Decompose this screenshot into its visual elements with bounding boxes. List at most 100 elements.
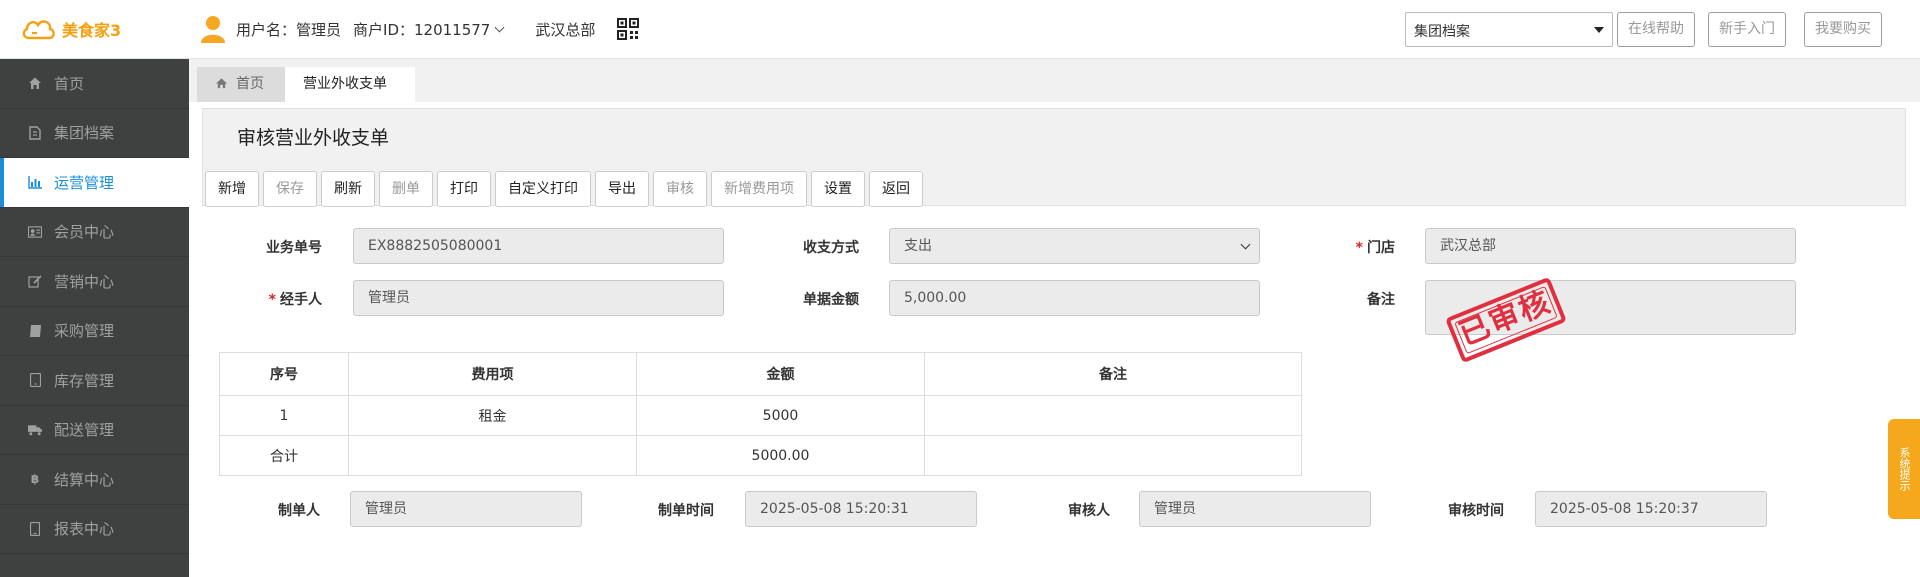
- page-title: 审核营业外收支单: [237, 127, 390, 149]
- expense-table: 序号 费用项 金额 备注 1 租金 5000 合计 5000.00: [219, 352, 1302, 476]
- audited-time-field[interactable]: 2025-05-08 15:20:37: [1535, 491, 1767, 527]
- col-header-expense-item: 费用项: [348, 352, 637, 396]
- sidebar-item-marketing[interactable]: 营销中心: [0, 257, 189, 307]
- tab-non-operating[interactable]: 营业外收支单: [285, 67, 415, 102]
- store-label-text: 门店: [1367, 240, 1395, 256]
- custom-print-button[interactable]: 自定义打印: [495, 171, 591, 207]
- sidebar-item-label: 集团档案: [54, 124, 115, 143]
- store-label: * 门店: [1355, 240, 1395, 256]
- home-icon: [215, 78, 228, 89]
- merchant-id-dropdown[interactable]: 商户ID：12011577: [353, 19, 505, 40]
- bitcoin-icon: ฿: [30, 472, 40, 487]
- truck-icon: [28, 423, 42, 437]
- archive-select-value: 集团档案: [1414, 24, 1470, 40]
- sidebar-item-inventory[interactable]: 库存管理: [0, 356, 189, 406]
- amount-label: 单据金额: [803, 292, 859, 308]
- file-icon: [28, 126, 42, 140]
- sidebar-item-label: 结算中心: [54, 470, 115, 489]
- sidebar-item-delivery[interactable]: 配送管理: [0, 406, 189, 455]
- id-card-icon: [28, 225, 42, 239]
- delete-button[interactable]: 删单: [379, 171, 433, 207]
- auditor-label: 审核人: [1068, 503, 1110, 519]
- sidebar-item-reports[interactable]: 报表中心: [0, 505, 189, 554]
- sidebar-item-home[interactable]: 首页: [0, 59, 189, 109]
- sidebar-item-settlement[interactable]: ฿ 结算中心: [0, 455, 189, 505]
- export-button[interactable]: 导出: [595, 171, 649, 207]
- table-row[interactable]: 1 租金 5000: [219, 395, 1302, 436]
- save-button[interactable]: 保存: [263, 171, 317, 207]
- top-header: 美食家3 用户名：管理员 商户ID：12011577 武汉总部 集团档案 在线帮…: [0, 0, 1920, 59]
- cell-remark[interactable]: [924, 395, 1302, 436]
- handler-label-text: 经手人: [280, 292, 322, 308]
- back-button[interactable]: 返回: [869, 171, 923, 207]
- total-amount: 5000.00: [636, 435, 925, 476]
- created-time-label: 制单时间: [658, 503, 714, 519]
- tab-home-label: 首页: [236, 76, 264, 92]
- sidebar: 首页 集团档案 运营管理 会员中心 营销中心 采购管理 库存管理 配送管理 ฿ …: [0, 59, 189, 577]
- tab-bar: 首页 营业外收支单: [189, 59, 1920, 102]
- sidebar-item-label: 报表中心: [54, 520, 115, 539]
- page-header-panel: 审核营业外收支单 新增 保存 刷新 删单 打印 自定义打印 导出 审核 新增费用…: [202, 108, 1906, 207]
- sidebar-item-procurement[interactable]: 采购管理: [0, 307, 189, 356]
- cell-seq: 1: [219, 395, 349, 436]
- online-help-button[interactable]: 在线帮助: [1617, 12, 1695, 47]
- cell-amount[interactable]: 5000: [636, 395, 925, 436]
- bar-chart-icon: [28, 175, 42, 189]
- settings-button[interactable]: 设置: [811, 171, 865, 207]
- auditor-field[interactable]: 管理员: [1139, 491, 1371, 527]
- sidebar-item-label: 运营管理: [54, 173, 115, 192]
- home-icon: [28, 76, 42, 90]
- doc-no-label: 业务单号: [266, 240, 322, 256]
- sidebar-item-group-archive[interactable]: 集团档案: [0, 109, 189, 158]
- sidebar-item-label: 营销中心: [54, 272, 115, 291]
- sidebar-item-members[interactable]: 会员中心: [0, 208, 189, 257]
- book-icon: [28, 324, 42, 338]
- tablet-icon: [28, 373, 42, 388]
- sidebar-item-label: 配送管理: [54, 421, 115, 440]
- system-notice-tab[interactable]: 系统提示: [1888, 419, 1920, 519]
- col-header-amount: 金额: [636, 352, 925, 396]
- created-time-field[interactable]: 2025-05-08 15:20:31: [745, 491, 977, 527]
- total-label: 合计: [219, 435, 349, 476]
- archive-select[interactable]: 集团档案: [1405, 12, 1613, 47]
- creator-label: 制单人: [278, 503, 320, 519]
- total-empty: [348, 435, 637, 476]
- handler-field[interactable]: 管理员: [353, 280, 724, 316]
- pay-method-label: 收支方式: [803, 240, 859, 256]
- chevron-down-icon: [494, 22, 505, 32]
- add-button[interactable]: 新增: [205, 171, 259, 207]
- handler-label: * 经手人: [268, 292, 322, 308]
- edit-icon: [28, 274, 42, 288]
- pay-method-select[interactable]: 支出: [889, 228, 1260, 264]
- creator-field[interactable]: 管理员: [350, 491, 582, 527]
- sidebar-item-label: 会员中心: [54, 223, 115, 242]
- logo-text: 美食家3: [62, 21, 122, 40]
- user-area: 用户名：管理员 商户ID：12011577 武汉总部: [200, 14, 640, 44]
- tab-home[interactable]: 首页: [197, 67, 285, 102]
- purchase-button[interactable]: 我要购买: [1804, 12, 1882, 47]
- user-avatar-icon[interactable]: [200, 14, 226, 44]
- doc-no-field[interactable]: EX8882505080001: [353, 228, 724, 264]
- add-expense-item-button[interactable]: 新增费用项: [711, 171, 807, 207]
- chevron-down-icon: [1240, 239, 1251, 250]
- table-header-row: 序号 费用项 金额 备注: [219, 352, 1302, 396]
- table-total-row: 合计 5000.00: [219, 435, 1302, 476]
- amount-field[interactable]: 5,000.00: [889, 280, 1260, 316]
- print-button[interactable]: 打印: [437, 171, 491, 207]
- caret-down-icon: [1594, 27, 1604, 33]
- username: 用户名：管理员: [236, 20, 342, 39]
- audit-button[interactable]: 审核: [653, 171, 707, 207]
- sidebar-item-label: 采购管理: [54, 322, 115, 341]
- sidebar-item-operations[interactable]: 运营管理: [0, 158, 189, 208]
- qr-code-icon[interactable]: [617, 18, 640, 40]
- refresh-button[interactable]: 刷新: [321, 171, 375, 207]
- app-logo[interactable]: 美食家3: [20, 16, 121, 42]
- col-header-seq: 序号: [219, 352, 349, 396]
- beginner-guide-button[interactable]: 新手入门: [1708, 12, 1786, 47]
- store-field[interactable]: 武汉总部: [1425, 228, 1796, 264]
- toolbar: 新增 保存 刷新 删单 打印 自定义打印 导出 审核 新增费用项 设置 返回: [205, 171, 923, 207]
- cell-expense-item[interactable]: 租金: [348, 395, 637, 436]
- sidebar-item-label: 库存管理: [54, 371, 115, 390]
- col-header-remark: 备注: [924, 352, 1302, 396]
- phone-icon: [28, 521, 42, 536]
